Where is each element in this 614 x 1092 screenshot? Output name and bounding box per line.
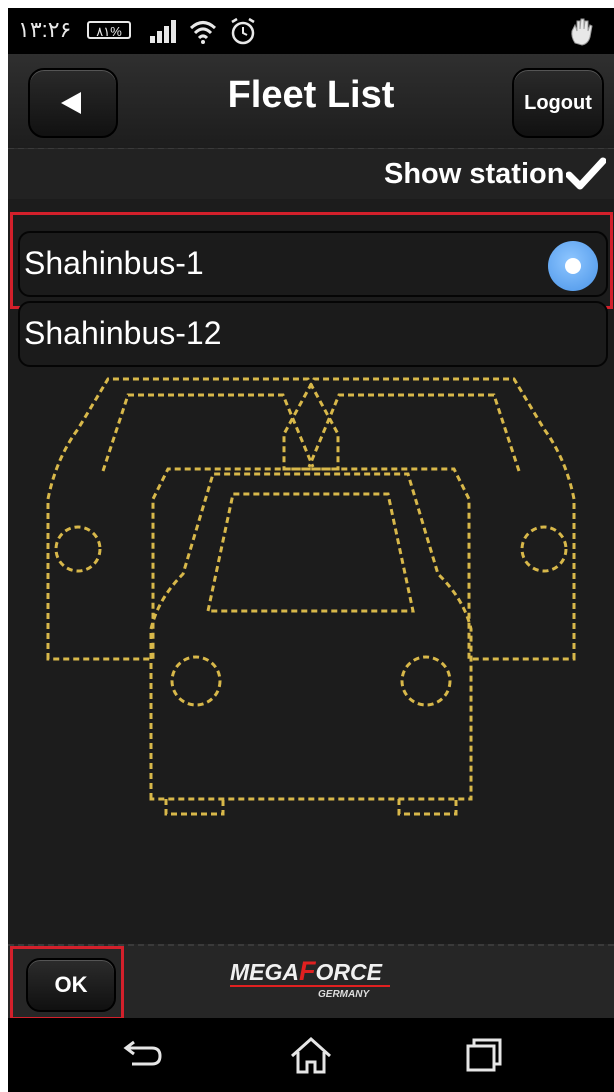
footer-bar: OK MEGAFORCE GERMANY	[8, 944, 614, 1020]
app-screen: ۱۳:۲۶ ۸۱% Fleet List Logout Show station…	[8, 8, 614, 1092]
home-icon[interactable]	[286, 1034, 336, 1076]
logo-brand: MEGAFORCE	[230, 956, 382, 986]
show-station-toggle[interactable]: Show station	[8, 149, 614, 199]
fleet-list-area: Shahinbus-1 Shahinbus-12	[8, 199, 614, 944]
list-item[interactable]: Shahinbus-12	[18, 301, 608, 367]
back-icon[interactable]	[116, 1034, 166, 1076]
signal-icon	[150, 20, 176, 43]
wifi-icon	[189, 21, 217, 44]
hand-icon	[571, 18, 593, 46]
status-time: ۱۳:۲۶	[18, 17, 72, 42]
navigation-bar	[8, 1018, 614, 1092]
logout-button[interactable]: Logout	[512, 68, 604, 138]
back-button[interactable]	[28, 68, 118, 138]
logo-subtitle: GERMANY	[318, 989, 370, 1000]
show-station-label: Show station	[384, 158, 565, 190]
fleet-item-label: Shahinbus-12	[24, 315, 222, 351]
ok-button[interactable]: OK	[26, 958, 116, 1012]
status-bar: ۱۳:۲۶ ۸۱%	[8, 8, 614, 54]
battery-icon: ۸۱%	[87, 21, 131, 39]
checkmark-icon	[566, 157, 606, 190]
megaforce-logo: MEGAFORCE GERMANY	[230, 956, 400, 1012]
alarm-icon	[231, 17, 255, 45]
selection-highlight	[10, 212, 613, 309]
back-arrow-icon	[61, 92, 81, 114]
app-header: Fleet List Logout	[8, 54, 614, 150]
page-title: Fleet List	[227, 74, 395, 116]
recents-icon[interactable]	[456, 1034, 506, 1076]
logo-underline	[230, 985, 390, 987]
